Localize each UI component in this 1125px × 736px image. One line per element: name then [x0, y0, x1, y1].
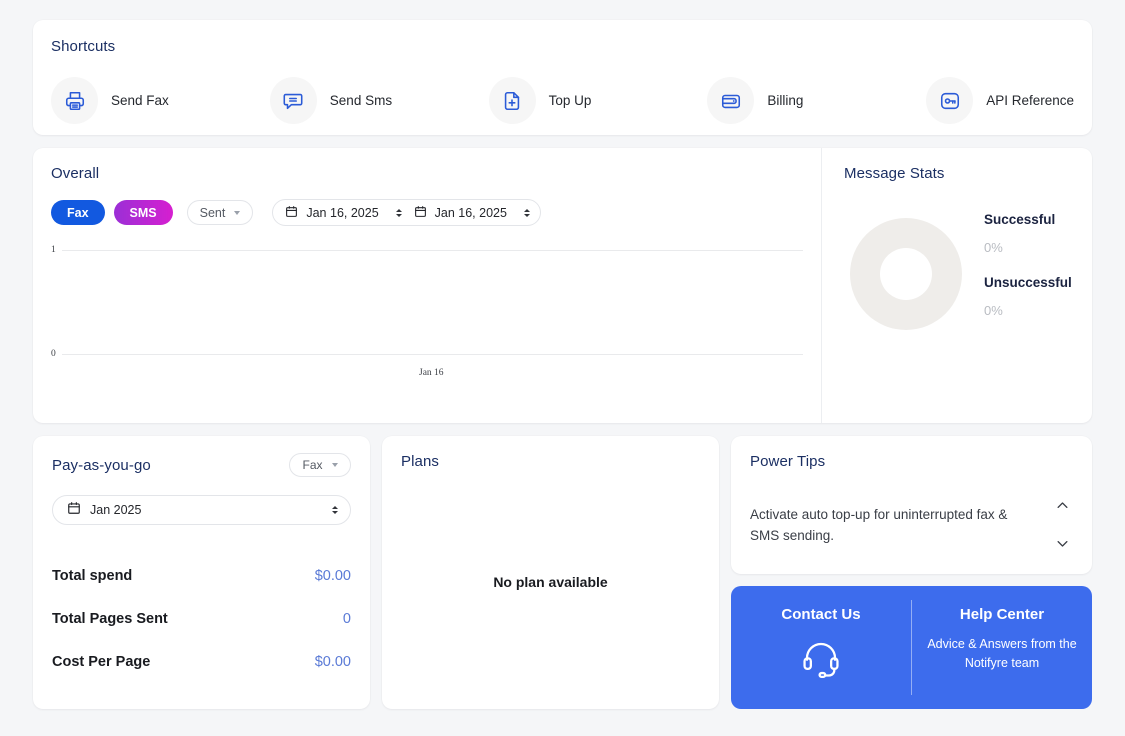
date-to-field[interactable]: Jan 16, 2025 — [414, 205, 530, 221]
message-stats-donut-chart — [850, 218, 962, 330]
status-select-value: Sent — [199, 205, 226, 220]
message-stats-legend: Successful 0% Unsuccessful 0% — [984, 212, 1072, 318]
chat-bubble-icon — [269, 77, 317, 124]
help-center-title: Help Center — [959, 606, 1045, 623]
gridline — [62, 250, 803, 251]
x-axis-tick: Jan 16 — [419, 368, 444, 378]
plans-title: Plans — [401, 453, 440, 470]
fax-printer-icon — [51, 77, 98, 124]
shortcut-label: Send Sms — [329, 93, 393, 108]
headset-icon — [800, 637, 842, 684]
overall-controls: Fax SMS Sent Jan 16, 2025 Jan 16, 2025 — [51, 199, 803, 226]
shortcut-send-fax[interactable]: Send Fax — [51, 77, 270, 124]
support-banner: Contact Us Help Center Advice & Answers … — [731, 586, 1092, 709]
shortcut-api-reference[interactable]: API Reference — [926, 77, 1074, 124]
document-plus-icon — [488, 77, 536, 124]
calendar-icon — [414, 205, 427, 221]
y-axis-tick: 1 — [51, 245, 56, 255]
shortcut-send-sms[interactable]: Send Sms — [269, 77, 489, 124]
message-stats-panel: Message Stats Successful 0% Unsuccessful… — [822, 148, 1092, 423]
shortcuts-list: Send Fax Send Sms Top Up Billing API Ref… — [51, 77, 1074, 124]
row-value: $0.00 — [314, 568, 351, 584]
filter-sms-button[interactable]: SMS — [113, 200, 173, 225]
shortcut-label: Billing — [767, 93, 804, 108]
payg-month-picker[interactable]: Jan 2025 — [52, 495, 351, 525]
payg-row-cost-per-page: Cost Per Page $0.00 — [52, 654, 351, 670]
contact-us-button[interactable]: Contact Us — [731, 586, 911, 709]
payg-month-value: Jan 2025 — [90, 503, 142, 517]
payg-type-select[interactable]: Fax — [289, 453, 351, 477]
shortcuts-title: Shortcuts — [51, 38, 116, 55]
chevron-up-icon[interactable] — [1055, 498, 1070, 513]
pay-as-you-go-header: Pay-as-you-go Fax — [52, 453, 351, 477]
calendar-icon — [285, 205, 298, 221]
right-column: Power Tips Activate auto top-up for unin… — [731, 436, 1092, 709]
row-label: Total Pages Sent — [52, 611, 168, 627]
date-range-picker[interactable]: Jan 16, 2025 Jan 16, 2025 — [272, 199, 541, 226]
overall-stats-card: Overall Fax SMS Sent Jan 16, 2025 Jan 16… — [33, 148, 1092, 423]
shortcut-label: API Reference — [986, 93, 1074, 108]
legend-value: 0% — [984, 303, 1003, 318]
pay-as-you-go-card: Pay-as-you-go Fax Jan 2025 Total spend $… — [33, 436, 370, 709]
row-label: Cost Per Page — [52, 654, 151, 670]
row-value: 0 — [342, 611, 351, 627]
pay-as-you-go-title: Pay-as-you-go — [52, 456, 151, 474]
chevron-down-icon — [331, 463, 338, 467]
date-from-value: Jan 16, 2025 — [306, 205, 379, 220]
status-select[interactable]: Sent — [186, 200, 254, 225]
power-tips-title: Power Tips — [750, 453, 826, 470]
message-stats-body: Successful 0% Unsuccessful 0% — [844, 200, 1074, 330]
plans-card: Plans No plan available — [382, 436, 719, 709]
overall-chart: 1 0 Jan 16 — [51, 245, 803, 396]
legend-value: 0% — [984, 240, 1003, 255]
payg-month-stepper[interactable] — [332, 506, 338, 514]
date-to-stepper[interactable] — [523, 208, 530, 217]
wallet-icon — [707, 77, 755, 124]
legend-item-unsuccessful: Unsuccessful 0% — [984, 275, 1072, 318]
row-label: Total spend — [52, 568, 133, 584]
message-stats-title: Message Stats — [844, 165, 945, 182]
dashboard-page: Shortcuts Send Fax Send Sms Top Up Billi… — [0, 0, 1125, 736]
filter-fax-button[interactable]: Fax — [51, 200, 105, 225]
calendar-icon — [67, 501, 81, 520]
help-center-subtitle: Advice & Answers from the Notifyre team — [927, 637, 1077, 670]
power-tip-text: Activate auto top-up for uninterrupted f… — [750, 507, 1008, 543]
plans-empty-state: No plan available — [493, 574, 608, 590]
legend-label: Successful — [984, 212, 1056, 227]
date-to-value: Jan 16, 2025 — [434, 205, 507, 220]
shortcut-label: Top Up — [548, 93, 592, 108]
payg-row-total-pages-sent: Total Pages Sent 0 — [52, 611, 351, 627]
chevron-down-icon[interactable] — [1055, 536, 1070, 551]
shortcut-label: Send Fax — [111, 93, 169, 108]
shortcuts-card: Shortcuts Send Fax Send Sms Top Up Billi… — [33, 20, 1092, 135]
date-from-stepper[interactable] — [395, 208, 402, 217]
shortcut-top-up[interactable]: Top Up — [488, 77, 708, 124]
power-tips-card: Power Tips Activate auto top-up for unin… — [731, 436, 1092, 574]
contact-us-title: Contact Us — [781, 606, 861, 623]
date-from-field[interactable]: Jan 16, 2025 — [285, 205, 402, 221]
legend-item-successful: Successful 0% — [984, 212, 1072, 255]
gridline — [62, 354, 803, 355]
payg-row-total-spend: Total spend $0.00 — [52, 568, 351, 584]
overall-title: Overall — [51, 165, 100, 182]
help-center-button[interactable]: Help Center Advice & Answers from the No… — [912, 586, 1092, 709]
shortcut-billing[interactable]: Billing — [707, 77, 926, 124]
bottom-row: Pay-as-you-go Fax Jan 2025 Total spend $… — [33, 436, 1092, 709]
row-value: $0.00 — [314, 654, 351, 670]
chevron-down-icon — [234, 210, 241, 215]
overall-panel: Overall Fax SMS Sent Jan 16, 2025 Jan 16… — [33, 148, 821, 423]
key-icon — [926, 77, 974, 124]
y-axis-tick: 0 — [51, 349, 56, 359]
payg-type-value: Fax — [302, 458, 323, 472]
legend-label: Unsuccessful — [984, 275, 1072, 290]
